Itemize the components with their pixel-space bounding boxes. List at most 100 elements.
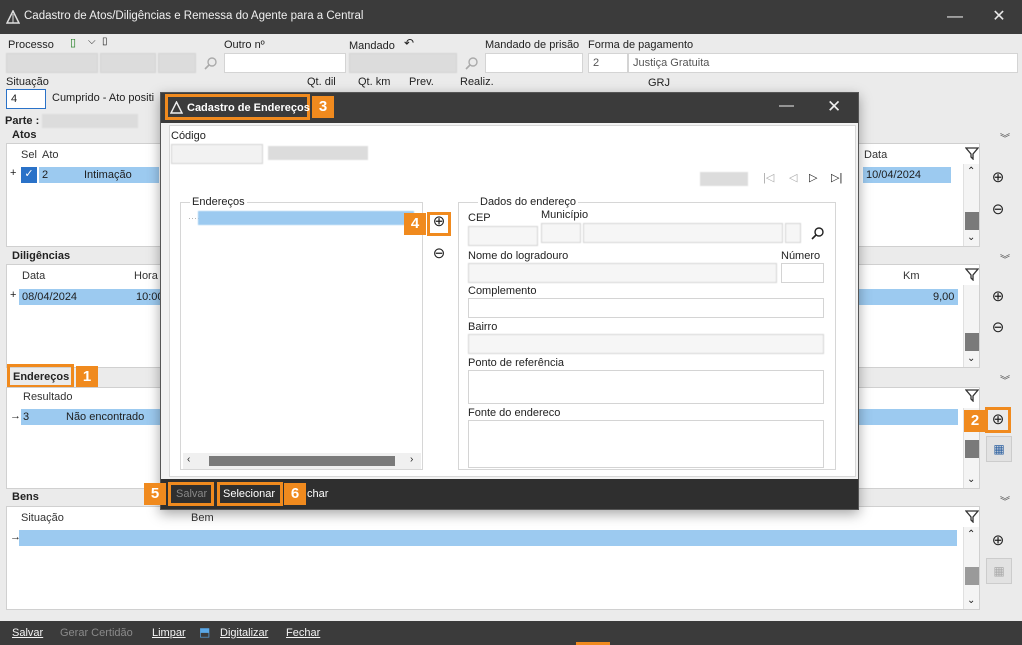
- mandado-search-icon[interactable]: [465, 56, 479, 70]
- minimize-button[interactable]: —: [935, 0, 975, 34]
- double-chevron-icon[interactable]: ︾: [995, 130, 1015, 145]
- salvar-button[interactable]: Salvar: [12, 627, 43, 639]
- list-item[interactable]: [198, 211, 414, 225]
- enderecos-list[interactable]: ····: [187, 211, 415, 417]
- step-badge-6: 6: [284, 483, 306, 505]
- add-diligencia-icon[interactable]: ⊕: [988, 287, 1008, 307]
- dialog-minimize-button[interactable]: —: [779, 97, 794, 114]
- double-chevron-icon[interactable]: ︾: [995, 372, 1015, 387]
- outro-label: Outro nº: [224, 39, 265, 51]
- complemento-label: Complemento: [468, 285, 537, 297]
- filter-icon[interactable]: [965, 267, 979, 281]
- diligencias-scrollbar[interactable]: ⌄: [963, 285, 979, 367]
- mandado-field[interactable]: [349, 53, 457, 73]
- scroll-down-icon[interactable]: ⌄: [967, 232, 975, 243]
- mandado-label: Mandado: [349, 40, 395, 52]
- processo-field-1[interactable]: [6, 53, 98, 73]
- forma-pagamento-code[interactable]: 2: [588, 53, 628, 73]
- scroll-up-icon[interactable]: ⌃: [967, 166, 975, 177]
- add-endereco-icon[interactable]: ⊕: [988, 410, 1008, 430]
- double-chevron-icon[interactable]: ︾: [995, 251, 1015, 266]
- dialog-body: Código |◁ ◁ ▷ ▷| Endereços ···· 4 ⊕ ⊖ ‹ …: [169, 125, 856, 477]
- add-ato-icon[interactable]: ⊕: [988, 168, 1008, 188]
- ato-date: 10/04/2024: [866, 169, 922, 181]
- scroll-up-icon[interactable]: ⌃: [967, 529, 975, 540]
- filter-icon[interactable]: [965, 509, 979, 523]
- remove-diligencia-icon[interactable]: ⊖: [988, 318, 1008, 338]
- municipio-search-icon[interactable]: [811, 226, 825, 240]
- search-icon[interactable]: [204, 56, 218, 70]
- chevron-down-icon[interactable]: ⌵: [88, 36, 96, 47]
- atos-scrollbar[interactable]: ⌃ ⌄: [963, 164, 979, 246]
- scroll-thumb[interactable]: [965, 333, 979, 351]
- processo-field-2[interactable]: [100, 53, 156, 73]
- codigo-field[interactable]: [171, 144, 263, 164]
- list-hscrollbar[interactable]: ‹ ›: [183, 453, 421, 469]
- mandado-prisao-field[interactable]: [485, 53, 583, 73]
- ato-name: Intimação: [84, 169, 132, 181]
- filter-icon[interactable]: [965, 146, 979, 160]
- bens-col-bem: Bem: [191, 512, 214, 524]
- bens-scrollbar[interactable]: ⌃ ⌄: [963, 527, 979, 609]
- row-expand-icon[interactable]: +: [10, 289, 16, 301]
- sel-checkbox[interactable]: ✓: [21, 167, 37, 183]
- scroll-left-icon[interactable]: ‹: [187, 454, 190, 465]
- double-chevron-icon[interactable]: ︾: [995, 493, 1015, 508]
- calendar-icon[interactable]: ▦: [986, 436, 1012, 462]
- referencia-field[interactable]: [468, 370, 824, 404]
- processo-field-3[interactable]: [158, 53, 196, 73]
- complemento-field[interactable]: [468, 298, 824, 318]
- municipio-name-field[interactable]: [583, 223, 783, 243]
- end-resultado: Não encontrado: [66, 411, 145, 423]
- dialog-fechar-button[interactable]: char: [307, 488, 328, 500]
- add-bem-icon[interactable]: ⊕: [988, 531, 1008, 551]
- cep-field[interactable]: [468, 226, 538, 246]
- situacao-label: Situação: [6, 76, 49, 88]
- logradouro-field[interactable]: [468, 263, 777, 283]
- close-window-button[interactable]: ✕: [979, 0, 1019, 34]
- hscroll-thumb[interactable]: [209, 456, 395, 466]
- fechar-button[interactable]: Fechar: [286, 627, 320, 639]
- scroll-down-icon[interactable]: ⌄: [967, 353, 975, 364]
- dialog-selecionar-button[interactable]: Selecionar: [223, 488, 275, 500]
- nav-prev-icon: ◁: [789, 172, 798, 184]
- situacao-code-field[interactable]: 4: [6, 89, 46, 109]
- scroll-thumb[interactable]: [965, 567, 979, 585]
- remove-ato-icon[interactable]: ⊖: [988, 200, 1008, 220]
- nav-next-icon[interactable]: ▷: [809, 171, 817, 184]
- dialog-close-button[interactable]: ✕: [827, 97, 841, 117]
- bookmark-icon[interactable]: ▯: [102, 36, 108, 47]
- atos-col-sel: Sel: [21, 149, 37, 161]
- atos-section-title: Atos: [12, 129, 37, 141]
- scroll-down-icon[interactable]: ⌄: [967, 595, 975, 606]
- window-title: Cadastro de Atos/Diligências e Remessa d…: [24, 10, 364, 22]
- enderecos-section-title[interactable]: Endereços: [13, 371, 69, 383]
- forma-pagamento-value[interactable]: Justiça Gratuita: [628, 53, 1018, 73]
- add-address-icon[interactable]: ⊕: [429, 212, 449, 230]
- numero-field[interactable]: [781, 263, 824, 283]
- municipio-uf-field[interactable]: [541, 223, 581, 243]
- remove-address-icon[interactable]: ⊖: [429, 244, 449, 262]
- row-arrow-icon: →: [10, 410, 21, 422]
- scroll-down-icon[interactable]: ⌄: [967, 474, 975, 485]
- scroll-thumb[interactable]: [965, 440, 979, 458]
- step-badge-4: 4: [404, 213, 426, 235]
- table-row[interactable]: [19, 530, 957, 546]
- scroll-thumb[interactable]: [965, 212, 979, 230]
- municipio-code-field[interactable]: [785, 223, 801, 243]
- step-badge-3: 3: [312, 96, 334, 118]
- outro-field[interactable]: [224, 53, 346, 73]
- undo-icon[interactable]: ↶: [404, 36, 414, 50]
- limpar-button[interactable]: Limpar: [152, 627, 186, 639]
- end-col-resultado: Resultado: [23, 391, 73, 403]
- scanner-icon[interactable]: ⬒: [199, 625, 210, 639]
- new-document-icon[interactable]: ▯: [70, 36, 76, 49]
- scroll-right-icon[interactable]: ›: [410, 454, 413, 465]
- fonte-field[interactable]: [468, 420, 824, 468]
- bairro-field[interactable]: [468, 334, 824, 354]
- filter-icon[interactable]: [965, 388, 979, 402]
- row-expand-icon[interactable]: +: [10, 167, 16, 179]
- digitalizar-button[interactable]: Digitalizar: [220, 627, 268, 639]
- nav-last-icon[interactable]: ▷|: [831, 171, 842, 184]
- processo-toolbar: ▯ ⌵ ▯: [70, 36, 118, 50]
